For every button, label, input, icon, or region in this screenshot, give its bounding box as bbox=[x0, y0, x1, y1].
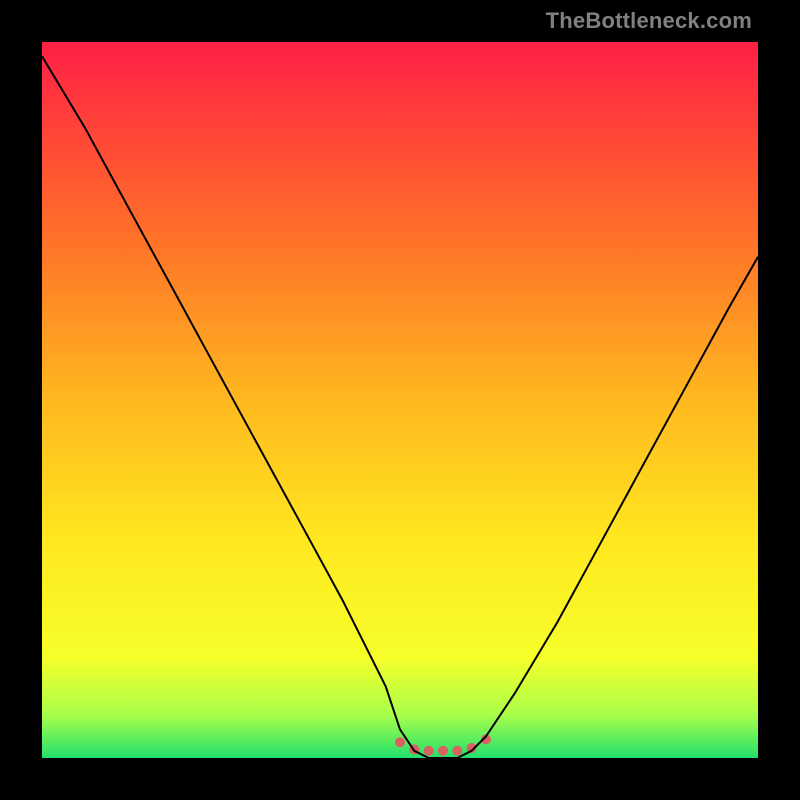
chart-plot-area bbox=[42, 42, 758, 758]
dot-marker bbox=[452, 746, 462, 756]
watermark-text: TheBottleneck.com bbox=[546, 8, 752, 34]
dot-marker bbox=[438, 746, 448, 756]
chart-svg bbox=[42, 42, 758, 758]
chart-background bbox=[42, 42, 758, 758]
dot-marker bbox=[395, 737, 405, 747]
dot-marker bbox=[424, 746, 434, 756]
